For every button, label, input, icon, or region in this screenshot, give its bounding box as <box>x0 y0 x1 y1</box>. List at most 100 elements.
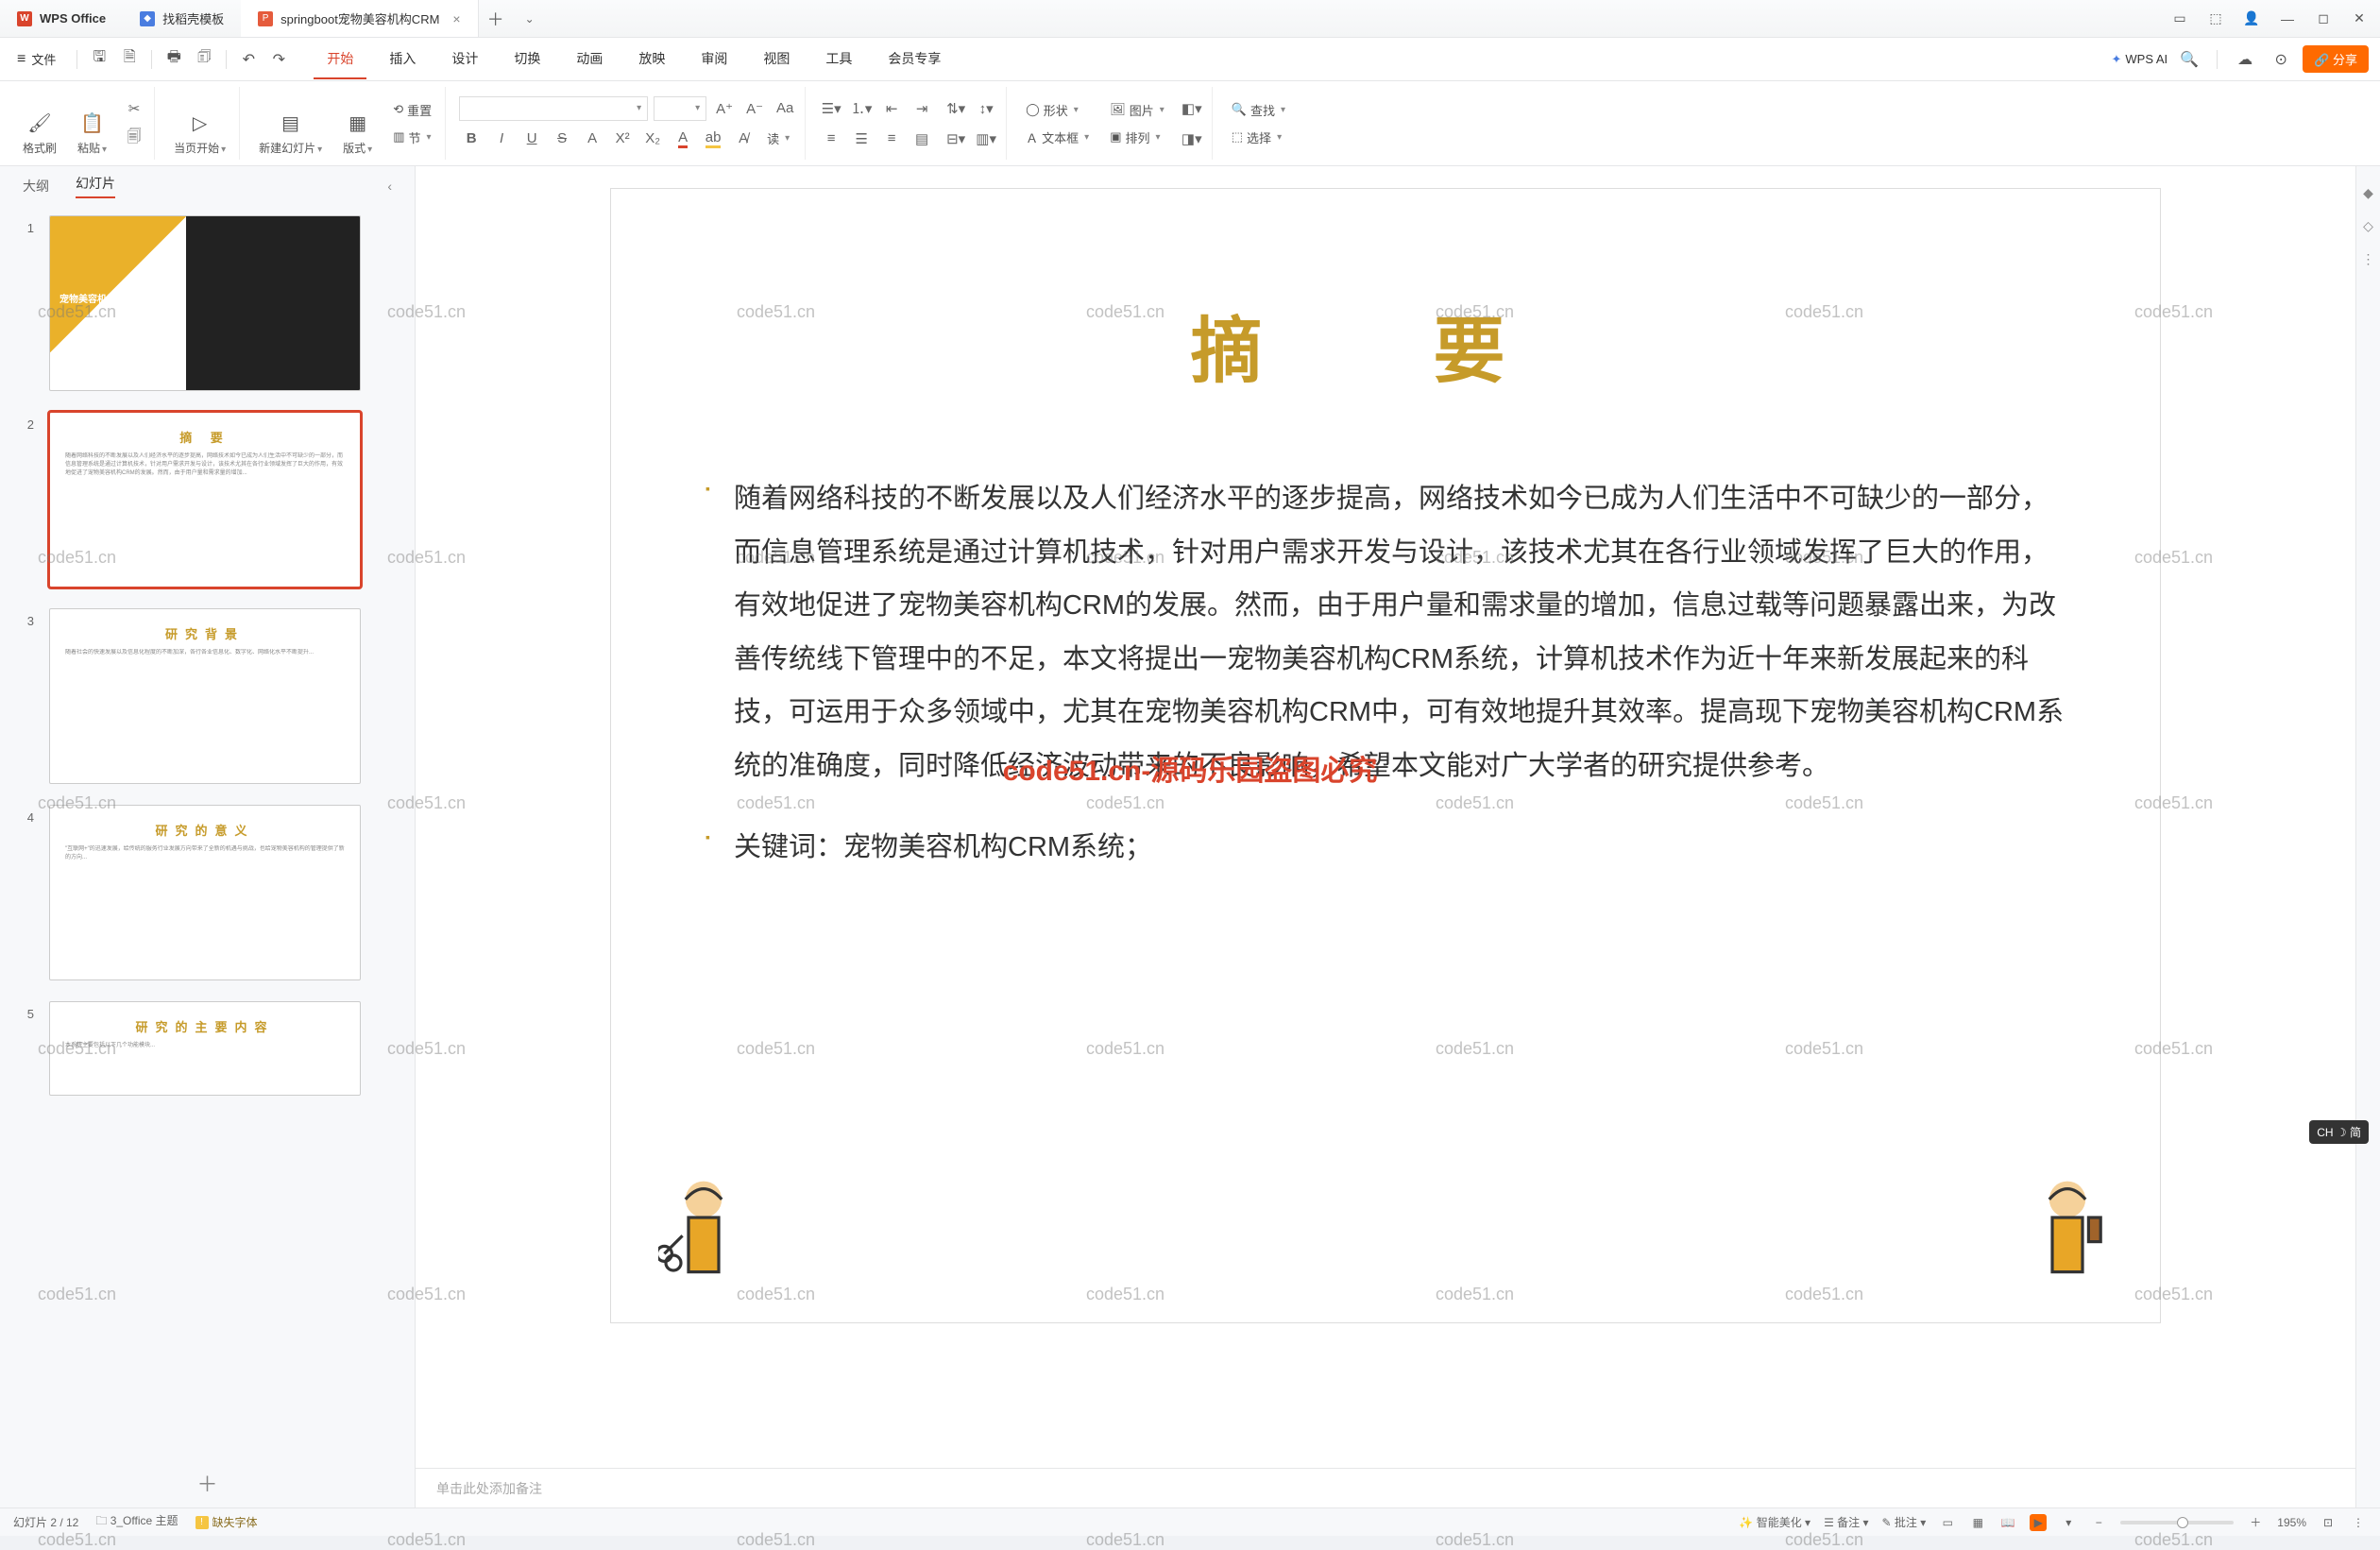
arrange-button[interactable]: ▣排列▾ <box>1104 127 1165 148</box>
paste-button[interactable]: 📋粘贴▾ <box>72 106 112 160</box>
reading-view-icon[interactable]: 📖 <box>1999 1514 2016 1531</box>
collapse-panel-icon[interactable]: ‹ <box>387 179 392 194</box>
copy-icon[interactable]: 🗐 <box>122 127 146 151</box>
columns-icon[interactable]: ▥▾ <box>974 127 998 151</box>
clear-format-icon[interactable]: A̸ <box>731 127 756 151</box>
picture-button[interactable]: 🖼图片▾ <box>1104 99 1170 121</box>
highlight-icon[interactable]: ab <box>701 127 725 151</box>
notes-button[interactable]: ☰ 备注 ▾ <box>1824 1514 1868 1530</box>
align-left-icon[interactable]: ≡ <box>819 127 843 151</box>
tab-view[interactable]: 视图 <box>750 40 803 79</box>
tab-slideshow[interactable]: 放映 <box>625 40 678 79</box>
more-views-icon[interactable]: ⋮ <box>2350 1514 2367 1531</box>
change-case-icon[interactable]: Aa <box>773 96 797 121</box>
redo-icon[interactable]: ↷ <box>264 45 293 74</box>
text-direction-icon[interactable]: ⇅▾ <box>944 96 968 121</box>
superscript-icon[interactable]: X² <box>610 127 635 151</box>
save-icon[interactable]: 🖫 <box>85 45 113 74</box>
new-tab-menu[interactable]: ⌄ <box>513 12 547 26</box>
zoom-knob[interactable] <box>2177 1517 2188 1528</box>
tab-insert[interactable]: 插入 <box>376 40 429 79</box>
style-theme-icon[interactable]: ◧▾ <box>1180 96 1204 121</box>
align-right-icon[interactable]: ≡ <box>879 127 904 151</box>
thumbnail-4[interactable]: 研究的意义 "互联网+"的迅速发展，给传统的服务行业发展方向带来了全新的机遇与挑… <box>49 805 361 980</box>
slideshow-icon[interactable]: ▶ <box>2030 1514 2047 1531</box>
search-icon[interactable]: 🔍 <box>2175 45 2203 74</box>
print-preview-icon[interactable]: 🗊 <box>190 45 218 74</box>
thumbnail-2[interactable]: 摘 要 随着网络科技的不断发展以及人们经济水平的逐步提高，网络技术如今已成为人们… <box>49 412 361 588</box>
font-size-select[interactable]: ▾ <box>654 96 706 121</box>
increase-font-icon[interactable]: A⁺ <box>712 96 737 121</box>
canvas-scroll[interactable]: 摘 要 随着网络科技的不断发展以及人们经济水平的逐步提高，网络技术如今已成为人们… <box>416 166 2355 1468</box>
sidebar-tool-1[interactable]: ◆ <box>2363 185 2373 201</box>
app-tab[interactable]: W WPS Office <box>0 0 123 37</box>
window-avatar-icon[interactable]: 👤 <box>2242 9 2261 28</box>
print-icon[interactable]: 🖶 <box>160 45 188 74</box>
save-as-icon[interactable]: 🗎 <box>115 45 144 74</box>
review-button[interactable]: ✎ 批注 ▾ <box>1882 1514 1927 1530</box>
sidebar-tool-3[interactable]: ⋮ <box>2362 251 2375 267</box>
vertical-align-icon[interactable]: ⊟▾ <box>944 127 968 151</box>
decrease-indent-icon[interactable]: ⇤ <box>879 96 904 121</box>
sync-icon[interactable]: ⊙ <box>2267 45 2295 74</box>
current-slide[interactable]: 摘 要 随着网络科技的不断发展以及人们经济水平的逐步提高，网络技术如今已成为人们… <box>611 189 2160 1322</box>
numbering-icon[interactable]: ⒈▾ <box>849 96 874 121</box>
notes-pane[interactable]: 单击此处添加备注 <box>416 1468 2355 1507</box>
cloud-icon[interactable]: ☁ <box>2231 45 2259 74</box>
font-name-select[interactable]: ▾ <box>459 96 648 121</box>
tab-vip[interactable]: 会员专享 <box>875 40 954 79</box>
sidebar-tool-2[interactable]: ◇ <box>2363 218 2373 234</box>
select-button[interactable]: ⬚选择▾ <box>1226 127 1287 148</box>
align-center-icon[interactable]: ☰ <box>849 127 874 151</box>
increase-indent-icon[interactable]: ⇥ <box>910 96 934 121</box>
subscript-icon[interactable]: X₂ <box>640 127 665 151</box>
beautify-button[interactable]: ✨ 智能美化 ▾ <box>1739 1514 1810 1530</box>
decrease-font-icon[interactable]: A⁻ <box>742 96 767 121</box>
add-slide-button[interactable]: ＋ <box>0 1458 415 1507</box>
bold-icon[interactable]: B <box>459 127 484 151</box>
thumbnail-3[interactable]: 研究背景 随着社会的快速发展以及信息化程度的不断加深，各行各业信息化、数字化、网… <box>49 608 361 784</box>
shape-button[interactable]: ◯形状▾ <box>1020 99 1084 121</box>
section-button[interactable]: ▥节▾ <box>387 127 436 148</box>
share-button[interactable]: 🔗 分享 <box>2303 45 2369 73</box>
window-cube-icon[interactable]: ⬚ <box>2206 9 2225 28</box>
reader-button[interactable]: 读▾ <box>761 128 795 149</box>
close-tab-icon[interactable]: × <box>452 11 460 26</box>
font-color-icon[interactable]: A <box>671 127 695 151</box>
normal-view-icon[interactable]: ▭ <box>1939 1514 1956 1531</box>
style-effect-icon[interactable]: ◨▾ <box>1180 127 1204 151</box>
file-menu[interactable]: ≡文件 <box>4 50 69 68</box>
tab-transition[interactable]: 切换 <box>501 40 553 79</box>
reset-button[interactable]: ⟲重置 <box>387 99 437 121</box>
italic-icon[interactable]: I <box>489 127 514 151</box>
tab-animation[interactable]: 动画 <box>563 40 616 79</box>
zoom-value[interactable]: 195% <box>2277 1516 2306 1529</box>
ime-indicator[interactable]: CH ☽ 简 <box>2309 1120 2369 1144</box>
outline-tab[interactable]: 大纲 <box>23 177 49 196</box>
line-spacing-icon[interactable]: ↕▾ <box>974 96 998 121</box>
align-justify-icon[interactable]: ▤ <box>910 127 934 151</box>
slides-tab[interactable]: 幻灯片 <box>76 174 115 198</box>
cut-icon[interactable]: ✂ <box>122 96 146 121</box>
underline-icon[interactable]: U <box>519 127 544 151</box>
sorter-view-icon[interactable]: ▦ <box>1969 1514 1986 1531</box>
tab-start[interactable]: 开始 <box>314 40 366 79</box>
thumbnail-5[interactable]: 研究的主要内容 本系统主要包括以下几个功能模块... <box>49 1001 361 1096</box>
zoom-slider[interactable] <box>2120 1521 2234 1524</box>
minimize-icon[interactable]: — <box>2278 9 2297 28</box>
new-tab-button[interactable]: ＋ <box>479 7 513 31</box>
find-button[interactable]: 🔍查找▾ <box>1226 99 1291 121</box>
wps-ai-button[interactable]: ✦WPS AI <box>2111 52 2168 67</box>
bullets-icon[interactable]: ☰▾ <box>819 96 843 121</box>
layout-button[interactable]: ▦版式▾ <box>337 106 378 160</box>
new-slide-button[interactable]: ▤新建幻灯片▾ <box>253 106 328 160</box>
tab-review[interactable]: 审阅 <box>688 40 740 79</box>
thumbnail-1[interactable]: 宠物美容机构CRM系统PPT <box>49 215 361 391</box>
close-window-icon[interactable]: ✕ <box>2350 9 2369 28</box>
template-tab[interactable]: ◆ 找稻壳模板 <box>123 0 241 37</box>
window-panel-icon[interactable]: ▭ <box>2170 9 2189 28</box>
missing-font-warning[interactable]: !缺失字体 <box>196 1514 258 1530</box>
tab-design[interactable]: 设计 <box>438 40 491 79</box>
textbox-button[interactable]: Ａ文本框▾ <box>1020 127 1095 148</box>
zoom-out-icon[interactable]: − <box>2090 1514 2107 1531</box>
